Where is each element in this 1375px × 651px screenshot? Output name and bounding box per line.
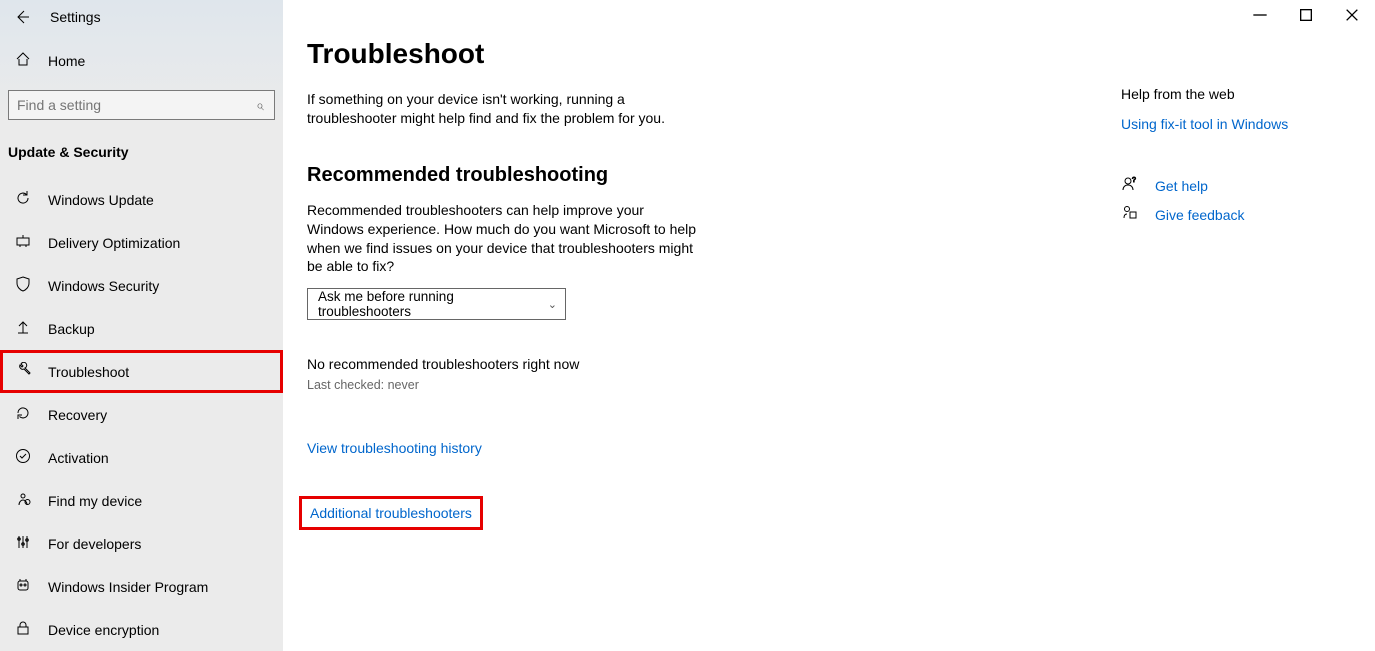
search-input[interactable]: [9, 91, 246, 119]
view-history-link[interactable]: View troubleshooting history: [307, 440, 482, 456]
tools-icon: [14, 534, 32, 553]
sidebar-item-label: Windows Insider Program: [48, 579, 208, 595]
back-button[interactable]: [8, 3, 36, 31]
sidebar-item-label: Activation: [48, 450, 109, 466]
recovery-icon: [14, 405, 32, 424]
sidebar-item-label: Windows Update: [48, 192, 154, 208]
give-feedback-link[interactable]: Give feedback: [1155, 207, 1245, 223]
help-web-link[interactable]: Using fix-it tool in Windows: [1121, 116, 1375, 132]
home-icon: [14, 51, 32, 70]
sidebar-item-recovery[interactable]: Recovery: [0, 393, 283, 436]
help-column: Help from the web Using fix-it tool in W…: [1121, 86, 1375, 234]
help-heading: Help from the web: [1121, 86, 1375, 102]
search-box[interactable]: ⌕: [8, 90, 275, 120]
sidebar-item-label: Backup: [48, 321, 95, 337]
refresh-icon: [14, 190, 32, 209]
sidebar-item-label: For developers: [48, 536, 141, 552]
sidebar-item-windows-insider-program[interactable]: Windows Insider Program: [0, 565, 283, 608]
sidebar-item-troubleshoot[interactable]: Troubleshoot: [0, 350, 283, 393]
minimize-button[interactable]: [1237, 0, 1283, 30]
page-title: Troubleshoot: [307, 38, 1107, 70]
sidebar-item-device-encryption[interactable]: Device encryption: [0, 608, 283, 651]
sidebar-home[interactable]: Home: [0, 41, 283, 80]
check-icon: [14, 448, 32, 467]
sidebar-category: Update & Security: [0, 126, 283, 172]
page-intro: If something on your device isn't workin…: [307, 90, 697, 128]
section-heading: Recommended troubleshooting: [307, 164, 1107, 187]
chevron-down-icon: ⌄: [548, 298, 557, 311]
sidebar-item-label: Troubleshoot: [48, 364, 129, 380]
minimize-icon: [1252, 7, 1268, 23]
main-area: Troubleshoot If something on your device…: [283, 0, 1375, 651]
svg-text:?: ?: [1132, 177, 1136, 184]
maximize-icon: [1298, 7, 1314, 23]
sidebar-item-activation[interactable]: Activation: [0, 436, 283, 479]
status-sub: Last checked: never: [307, 378, 1107, 392]
back-arrow-icon: [14, 9, 30, 25]
get-help-link[interactable]: Get help: [1155, 178, 1208, 194]
sidebar-home-label: Home: [48, 53, 85, 69]
status-block: No recommended troubleshooters right now…: [307, 356, 1107, 392]
maximize-button[interactable]: [1283, 0, 1329, 30]
backup-icon: [14, 319, 32, 338]
sidebar-item-delivery-optimization[interactable]: Delivery Optimization: [0, 221, 283, 264]
wrench-icon: [14, 362, 32, 381]
sidebar-item-label: Recovery: [48, 407, 107, 423]
sidebar-item-windows-update[interactable]: Windows Update: [0, 178, 283, 221]
sidebar-item-windows-security[interactable]: Windows Security: [0, 264, 283, 307]
sidebar-nav: Windows Update Delivery Optimization Windo…: [0, 178, 283, 651]
title-bar: Settings: [0, 0, 283, 33]
sidebar-item-label: Windows Security: [48, 278, 159, 294]
dropdown-value: Ask me before running troubleshooters: [318, 289, 548, 319]
shield-icon: [14, 276, 32, 295]
lock-icon: [14, 620, 32, 639]
content: Troubleshoot If something on your device…: [307, 38, 1107, 651]
troubleshoot-preference-dropdown[interactable]: Ask me before running troubleshooters ⌄: [307, 288, 566, 320]
get-help-row[interactable]: ? Get help: [1121, 176, 1375, 195]
sidebar-item-label: Find my device: [48, 493, 142, 509]
sidebar-item-label: Delivery Optimization: [48, 235, 180, 251]
sidebar-item-backup[interactable]: Backup: [0, 307, 283, 350]
window-controls: [1237, 0, 1375, 30]
delivery-icon: [14, 233, 32, 252]
sidebar-item-label: Device encryption: [48, 622, 159, 638]
window-title: Settings: [50, 9, 101, 25]
insider-icon: [14, 577, 32, 596]
sidebar: Settings Home ⌕ Update & Security Window…: [0, 0, 283, 651]
close-button[interactable]: [1329, 0, 1375, 30]
search-icon: ⌕: [246, 97, 274, 114]
sidebar-item-for-developers[interactable]: For developers: [0, 522, 283, 565]
close-icon: [1344, 7, 1360, 23]
location-icon: [14, 491, 32, 510]
give-feedback-row[interactable]: Give feedback: [1121, 205, 1375, 224]
additional-troubleshooters-link[interactable]: Additional troubleshooters: [299, 496, 483, 530]
sidebar-item-find-my-device[interactable]: Find my device: [0, 479, 283, 522]
get-help-icon: ?: [1121, 176, 1139, 195]
feedback-icon: [1121, 205, 1139, 224]
status-line: No recommended troubleshooters right now: [307, 356, 1107, 372]
section-description: Recommended troubleshooters can help imp…: [307, 201, 697, 277]
